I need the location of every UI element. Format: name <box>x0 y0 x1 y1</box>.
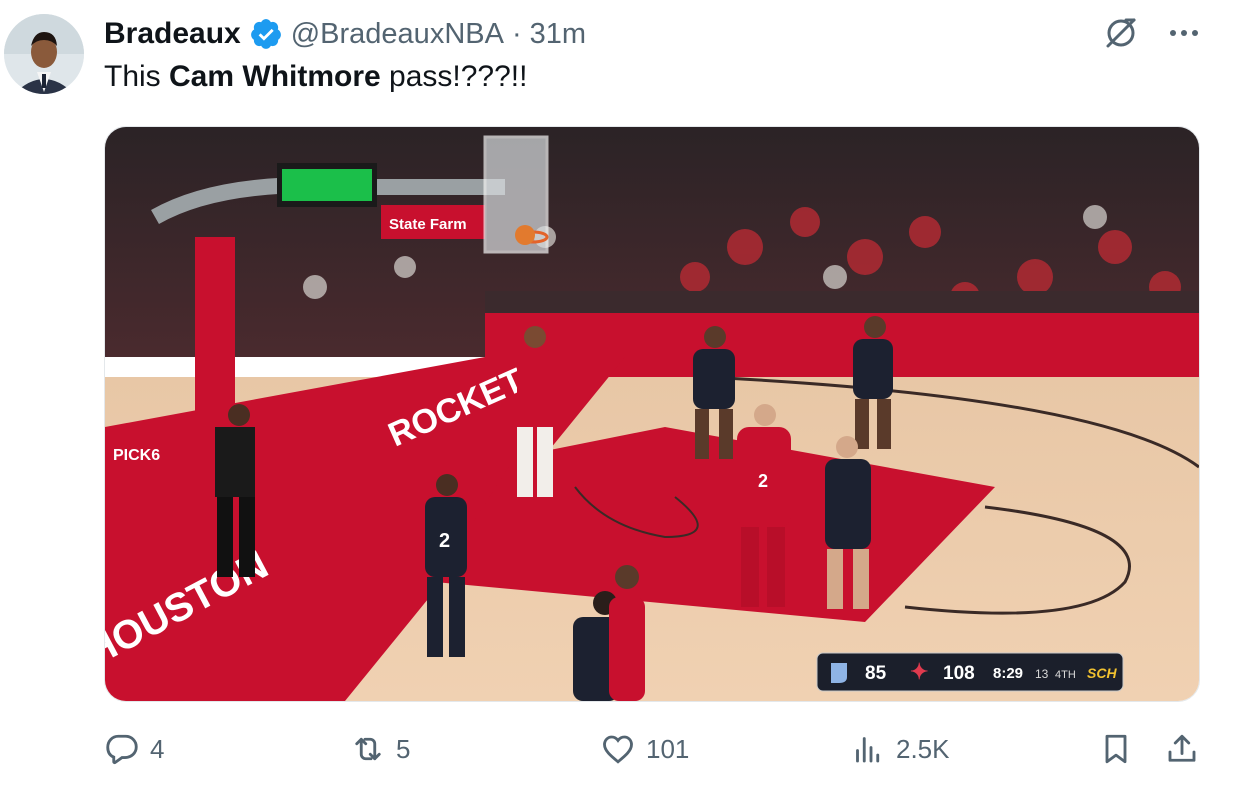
more-icon[interactable] <box>1166 15 1202 51</box>
score-home: 108 <box>943 663 975 684</box>
network-logo: SCH <box>1087 665 1117 681</box>
tweet-top-actions <box>1102 14 1202 52</box>
reply-count: 4 <box>150 733 165 764</box>
jersey-number-defender: 2 <box>439 530 450 552</box>
views-count: 2.5K <box>896 733 950 764</box>
jersey-number-player: 2 <box>758 471 768 491</box>
video-media[interactable]: ROCKETS HOUSTON PICK6 State Farm 2 2 85 … <box>104 126 1200 702</box>
tweet-text: This Cam Whitmore pass!???!! <box>104 60 527 94</box>
basketball-video-frame: ROCKETS HOUSTON PICK6 State Farm 2 2 85 … <box>105 127 1199 701</box>
avatar-image <box>4 14 84 94</box>
like-icon <box>603 735 633 764</box>
tweet-header: Bradeaux @BradeauxNBA · 31m <box>104 14 586 54</box>
bookmark-icon <box>1105 734 1127 764</box>
share-button[interactable] <box>1164 726 1200 772</box>
author-name[interactable]: Bradeaux <box>104 17 241 51</box>
bookmark-button[interactable] <box>1098 726 1134 772</box>
repost-count: 5 <box>396 733 411 764</box>
grok-icon[interactable] <box>1102 14 1140 52</box>
game-clock: 8:29 <box>993 665 1023 682</box>
tweet-text-mention: Cam Whitmore <box>169 60 381 93</box>
author-handle[interactable]: @BradeauxNBA <box>291 18 504 51</box>
like-button[interactable]: 101 <box>600 726 689 772</box>
tweet-card[interactable]: Bradeaux @BradeauxNBA · 31m This Cam Whi… <box>0 0 1242 798</box>
sponsor-sign: State Farm <box>389 216 467 233</box>
ad-pick6: PICK6 <box>113 447 160 464</box>
svg-text:✦: ✦ <box>910 659 928 684</box>
reply-button[interactable]: 4 <box>104 726 164 772</box>
tweet-action-bar: 4 5 101 2.5K <box>0 726 1242 772</box>
quarter: 4TH <box>1055 669 1076 681</box>
avatar[interactable] <box>4 14 84 94</box>
share-icon <box>1168 734 1196 762</box>
shot-clock: 13 <box>1035 667 1049 681</box>
separator-dot: · <box>511 17 522 50</box>
reply-icon <box>106 734 138 765</box>
views-button[interactable]: 2.5K <box>850 726 950 772</box>
like-count: 101 <box>646 733 690 764</box>
views-icon <box>856 737 880 763</box>
scoreboard: 85 ✦ 108 8:29 13 4TH SCH <box>816 652 1124 692</box>
verified-badge-icon <box>250 19 281 49</box>
repost-button[interactable]: 5 <box>350 726 410 772</box>
score-away: 85 <box>865 663 887 684</box>
tweet-text-tail: pass!???!! <box>380 60 528 93</box>
repost-icon <box>355 737 381 761</box>
tweet-text-lead: This <box>104 60 170 93</box>
timestamp[interactable]: 31m <box>530 18 586 51</box>
